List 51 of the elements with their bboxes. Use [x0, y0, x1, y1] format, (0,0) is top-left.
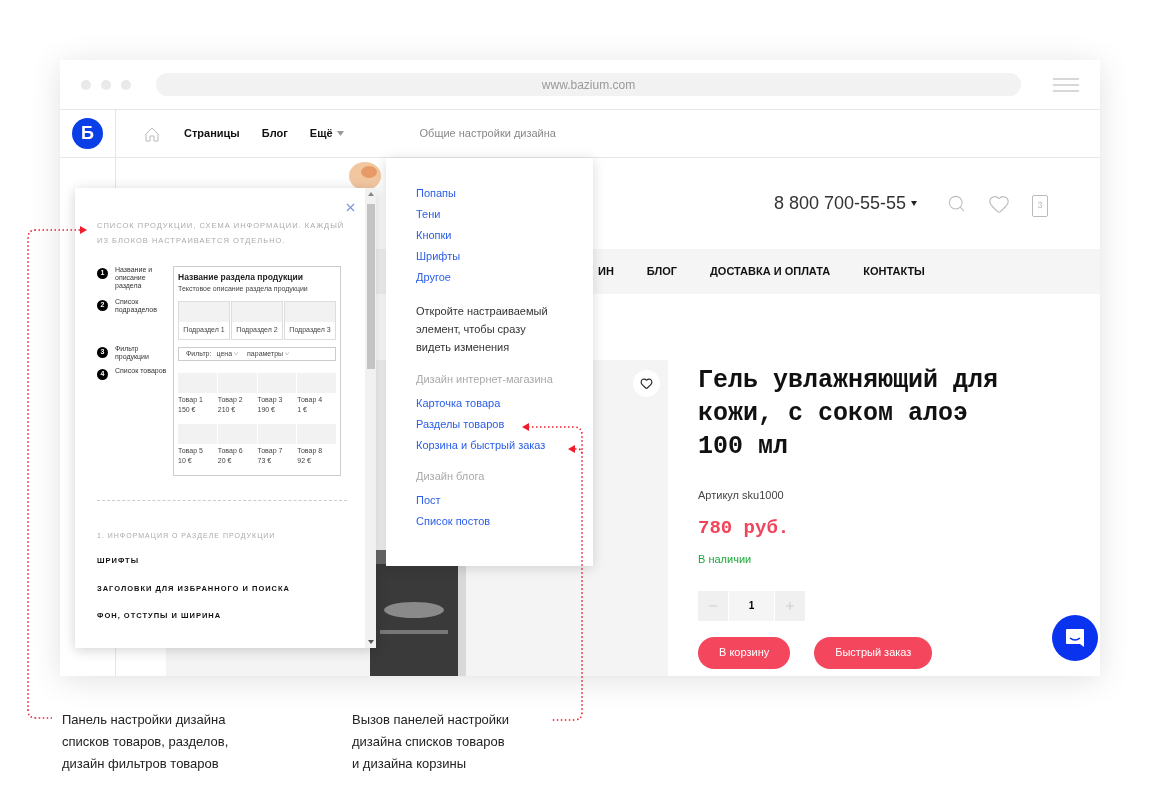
chat-icon [1064, 627, 1086, 649]
dropdown-link[interactable]: Другое [416, 270, 593, 285]
menu-link[interactable]: ДОСТАВКА И ОПЛАТА [710, 263, 831, 280]
annotation-text: Панель настройки дизайна списков товаров, разделов, дизайн фильтров товаров [62, 711, 229, 773]
menu-link[interactable]: КОНТАКТЫ [863, 263, 925, 280]
dropdown-link[interactable]: Разделы товаров [416, 417, 593, 432]
scroll-up-icon[interactable] [367, 192, 374, 196]
decrease-button[interactable] [698, 590, 728, 621]
image-placeholder [232, 302, 282, 323]
product-title: Гель увлажняющий для кожи, с соком алоэ 100 мл [698, 365, 1000, 463]
increase-button[interactable] [775, 590, 805, 621]
sku-text: Артикул sku1000 [698, 488, 785, 503]
dropdown-link[interactable]: Пост [416, 493, 593, 508]
caret-icon [911, 201, 917, 206]
plus-icon [784, 599, 796, 612]
dropdown-link[interactable]: Шрифты [416, 249, 593, 264]
dropdown-link[interactable]: Список постов [416, 514, 593, 529]
menu-link[interactable]: БЛОГ [646, 263, 677, 280]
scrollbar[interactable] [365, 188, 376, 648]
annotation-text: Вызов панелей настройки дизайна списков товаров и дизайна корзины [352, 711, 510, 773]
nav-link[interactable]: Страницы [184, 125, 240, 142]
price: 780 руб. [698, 515, 791, 541]
order-button[interactable]: Быстрый заказ [814, 636, 933, 669]
menu-link[interactable]: ИН [598, 263, 614, 280]
group-heading: Дизайн интернет-магазина [416, 372, 554, 387]
search-icon[interactable] [947, 194, 966, 213]
dropdown-note: Откройте настраиваемый элемент, чтобы сразу видеть изменения [416, 304, 549, 355]
heart-icon [640, 377, 653, 390]
chevron-icon [234, 352, 239, 356]
close-icon[interactable] [344, 201, 357, 214]
dropdown-link[interactable]: Корзина и быстрый заказ [416, 438, 593, 453]
scroll-down-icon[interactable] [367, 640, 374, 644]
design-settings-link[interactable]: Общие настройки дизайна [419, 125, 556, 142]
phone-number[interactable]: 8 800 700-55-55 [773, 190, 917, 217]
dropdown-link[interactable]: Карточка товара [416, 396, 593, 411]
image-placeholder [179, 302, 229, 323]
order-button[interactable]: В корзину [698, 636, 791, 669]
preview-title: Название раздела продукции [178, 271, 304, 284]
home-icon[interactable] [144, 125, 160, 142]
group-heading: Дизайн блога [416, 469, 486, 484]
nav-link[interactable]: Блог [261, 125, 288, 142]
dropdown-link[interactable]: Попапы [416, 186, 593, 201]
dropdown-link[interactable]: Кнопки [416, 228, 593, 243]
chevron-icon [285, 352, 290, 356]
menu-icon[interactable] [1053, 77, 1079, 92]
stock-status: В наличии [698, 552, 753, 567]
quantity-field[interactable]: 1 [729, 590, 774, 621]
logo[interactable]: Б [72, 118, 103, 149]
image-placeholder [285, 302, 335, 323]
dropdown-link[interactable]: Тени [416, 207, 593, 222]
nav-link[interactable]: Ещё [309, 125, 344, 142]
